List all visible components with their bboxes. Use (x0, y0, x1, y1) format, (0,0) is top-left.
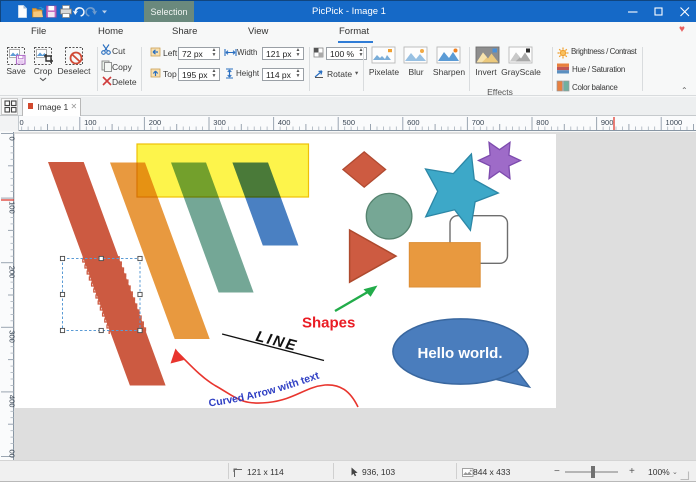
svg-text:100: 100 (8, 201, 16, 214)
svg-text:1000: 1000 (666, 118, 683, 127)
svg-text:Hello world.: Hello world. (417, 345, 502, 362)
svg-text:400: 400 (8, 395, 16, 408)
svg-text:900: 900 (601, 118, 614, 127)
svg-text:LINE: LINE (254, 327, 300, 354)
svg-text:0: 0 (20, 118, 24, 127)
svg-text:600: 600 (407, 118, 420, 127)
svg-text:500: 500 (343, 118, 356, 127)
svg-text:300: 300 (8, 330, 16, 343)
svg-text:700: 700 (472, 118, 485, 127)
svg-text:200: 200 (8, 266, 16, 279)
svg-text:0: 0 (8, 137, 16, 141)
svg-text:200: 200 (149, 118, 162, 127)
svg-text:00: 00 (8, 450, 16, 458)
svg-text:800: 800 (536, 118, 549, 127)
svg-text:Shapes: Shapes (302, 314, 355, 331)
svg-text:300: 300 (213, 118, 226, 127)
svg-text:100: 100 (84, 118, 97, 127)
svg-text:400: 400 (278, 118, 291, 127)
